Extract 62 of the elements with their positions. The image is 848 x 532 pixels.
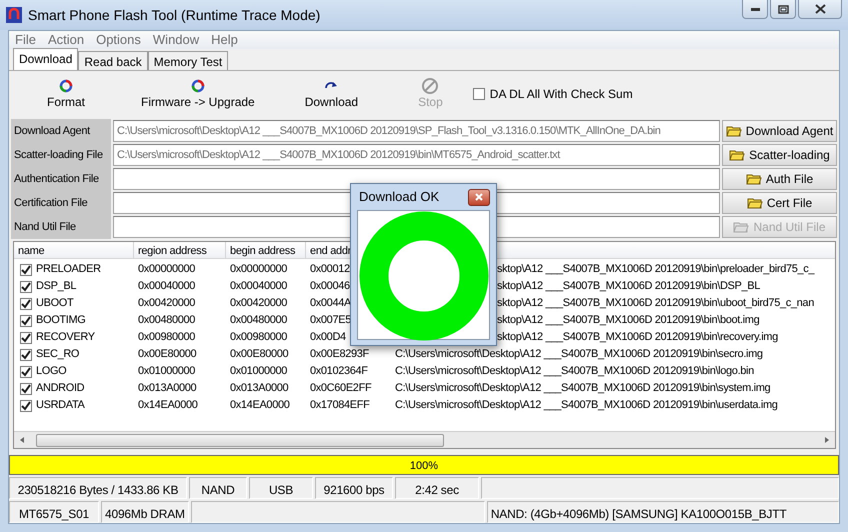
table-cell-text: 0x01000000: [229, 364, 288, 380]
status-text: 921600 bps: [315, 477, 393, 499]
table-cell-text: 0x00E8293F: [309, 347, 370, 362]
table-cell-text: UBOOT: [36, 296, 74, 312]
table-cell-text: sktop\A12 ___S4007B_MX1006D 20120919\bin\boot.img: [497, 313, 760, 328]
status-text: 2:42 sec: [395, 477, 479, 499]
table-cell-text: 0x00E80000: [229, 347, 290, 362]
table-cell-text: 0x00480000: [229, 313, 288, 328]
table-cell-text: 0x00000000: [137, 262, 196, 278]
table-cell-text: PRELOADER: [36, 262, 102, 278]
field-label: Scatter-loading File: [11, 143, 111, 167]
table-cell-text: 0x00E80000: [137, 347, 198, 362]
table-cell-text: 0x0044A: [309, 296, 352, 312]
table-cell-text: ANDROID: [36, 381, 86, 396]
table-cell-text: 0x00420000: [137, 296, 196, 312]
table-cell-text: 0x00D4: [309, 330, 347, 346]
table-cell-text: C:\Users\microsoft\Desktop\A12 ___S4007B_MX1006D 20120919\bin\system.img: [394, 381, 772, 396]
table-cell-text: 0x013A0000: [229, 381, 290, 396]
table-cell-text: 0x00000000: [229, 262, 288, 278]
table-cell-text: DSP_BL: [36, 279, 78, 294]
table-cell-text: 0x00980000: [229, 330, 288, 346]
table-cell-text: 0x14EA0000: [137, 398, 198, 414]
table-cell-text: C:\Users\microsoft\Desktop\A12 ___S4007B_MX1006D 20120919\bin\secro.img: [394, 347, 764, 362]
table-cell-text: 0x00480000: [137, 313, 196, 328]
table-cell-text: 0x0102364F: [309, 364, 369, 380]
table-cell-text: 0x00980000: [137, 330, 196, 346]
table-cell-text: BOOTIMG: [36, 313, 86, 328]
field-label: Certification File: [11, 191, 111, 215]
table-cell-text: sktop\A12 ___S4007B_MX1006D 20120919\bin\preloader_bird75_c_: [497, 262, 814, 278]
table-cell-text: sktop\A12 ___S4007B_MX1006D 20120919\bin\recovery.img: [497, 330, 778, 346]
table-cell-text: 0x00040000: [137, 279, 196, 294]
status-text: USB: [249, 477, 313, 499]
status-text: NAND: (4Gb+4096Mb) [SAMSUNG] KA100O015B_BJTT: [486, 501, 839, 523]
table-cell-text: sktop\A12 ___S4007B_MX1006D 20120919\bin\uboot_bird75_c_nan: [497, 296, 814, 312]
window-title: Smart Phone Flash Tool (Runtime Trace Mode): [28, 6, 320, 25]
status-text: 230518216 Bytes / 1433.86 KB: [9, 477, 187, 499]
table-cell-text: LOGO: [36, 364, 68, 380]
table-cell-text: C:\Users\microsoft\Desktop\A12 ___S4007B_MX1006D 20120919\bin\userdata.img: [394, 398, 779, 414]
table-cell-text: 0x17084EFF: [309, 398, 370, 414]
field-label: Authentication File: [11, 167, 111, 191]
status-text: MT6575_S01: [9, 501, 99, 523]
table-cell-text: 0x01000000: [137, 364, 196, 380]
table-cell-text: 0x0C60E2FF: [309, 381, 372, 396]
checkbox-label: DA DL All With Check Sum: [490, 86, 633, 103]
field-label: Nand Util File: [11, 215, 111, 239]
table-cell-text: 0x00012: [309, 262, 351, 278]
status-text: 4096Mb DRAM: [101, 501, 189, 523]
dialog-title: Download OK: [359, 188, 440, 206]
table-cell-text: SEC_RO: [36, 347, 80, 362]
table-cell-text: 0x14EA0000: [229, 398, 290, 414]
table-cell-text: USRDATA: [36, 398, 86, 414]
table-cell-text: 0x00046: [309, 279, 351, 294]
table-cell-text: sktop\A12 ___S4007B_MX1006D 20120919\bin\DSP_BL: [497, 279, 760, 294]
table-cell-text: C:\Users\microsoft\Desktop\A12 ___S4007B_MX1006D 20120919\bin\logo.bin: [394, 364, 755, 380]
table-cell-text: RECOVERY: [36, 330, 96, 346]
progress-text: 100%: [410, 459, 438, 474]
table-cell-text: 0x013A0000: [137, 381, 198, 396]
table-cell-text: 0x00420000: [229, 296, 288, 312]
status-text: NAND: [189, 477, 247, 499]
table-cell-text: 0x00040000: [229, 279, 288, 294]
field-label: Download Agent: [11, 119, 111, 143]
table-cell-text: 0x007E5: [309, 313, 352, 328]
